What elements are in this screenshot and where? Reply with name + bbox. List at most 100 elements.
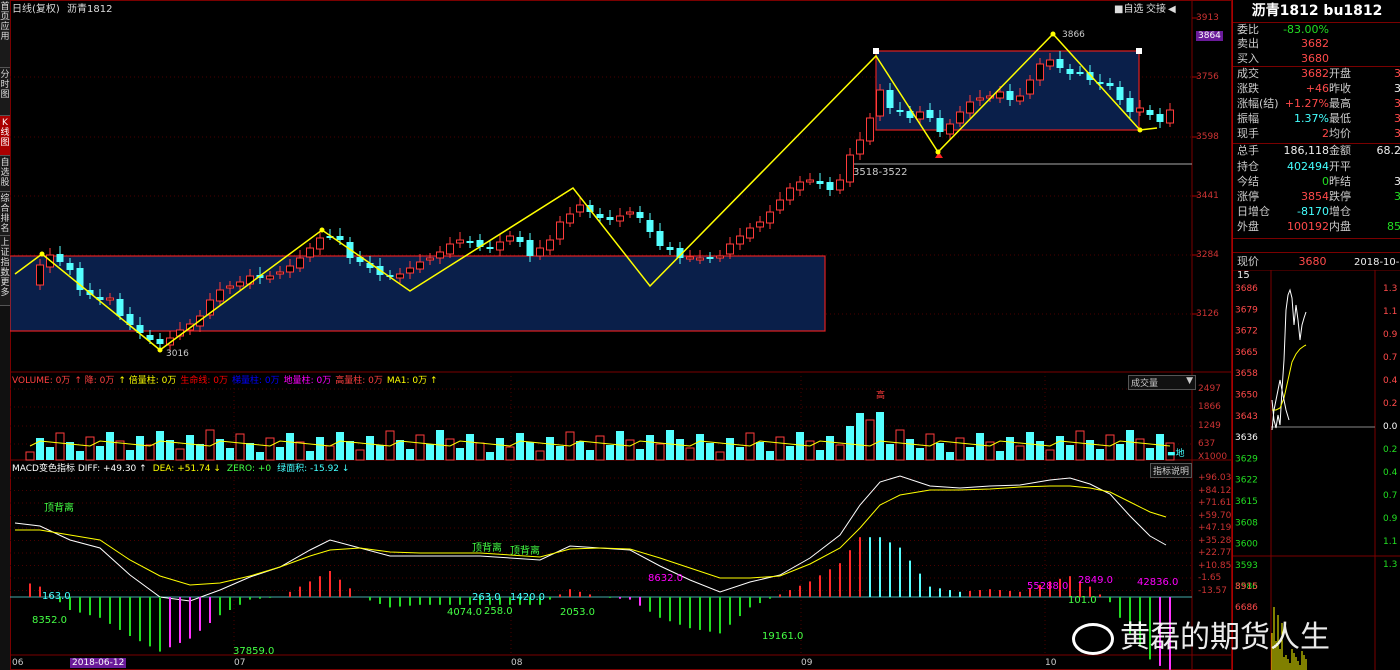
intraday-mini-chart[interactable]: 3686 3679 3672 3665 3658 3650 3643 3636 3629 3622… xyxy=(1233,270,1400,670)
indicator-help-button[interactable]: 指标说明 xyxy=(1150,463,1193,478)
mini-left-axis-label: 3643 xyxy=(1235,412,1258,422)
zigzag-pivot xyxy=(1050,31,1056,37)
mini-price-line xyxy=(1271,288,1307,429)
volume-bar xyxy=(295,441,305,461)
volume-bar xyxy=(726,438,734,460)
volume-bar xyxy=(835,444,845,461)
left-tab-3[interactable]: K线图 xyxy=(0,116,10,156)
candle-body xyxy=(706,257,714,259)
volume-bar xyxy=(25,451,35,461)
mini-left-axis-label: 3600 xyxy=(1235,540,1258,550)
left-tab-4[interactable]: 自选股 xyxy=(0,156,10,192)
candle-body xyxy=(1016,95,1024,102)
left-tab-0[interactable]: 首页 xyxy=(0,0,10,22)
add-watchlist-button[interactable]: ■自选 xyxy=(1114,4,1143,16)
volume-bar xyxy=(265,437,275,461)
candle-body xyxy=(816,181,824,184)
switch-contract-button[interactable]: 交接 xyxy=(1146,4,1166,16)
kline-chart-area[interactable]: 高 xyxy=(10,0,1232,670)
volume-axis-label: 637 xyxy=(1198,439,1216,449)
volume-bar xyxy=(976,433,984,460)
box-corner-marker xyxy=(1136,48,1142,54)
mini-left-axis-label: 3622 xyxy=(1235,476,1258,486)
mini-vol-axis-label: 8915 xyxy=(1235,582,1258,592)
date-axis-label: 2018-06-12 xyxy=(70,658,127,668)
candle-body xyxy=(56,254,64,262)
candle-body xyxy=(1046,59,1054,67)
quote-row-label2: 跌停 xyxy=(1329,190,1351,203)
macd-label: 顶背离 xyxy=(44,503,74,514)
mini-left-axis-label: 3679 xyxy=(1235,305,1258,315)
quote-row: 委比 -83.00% xyxy=(1237,24,1400,36)
chart-header: 日线(复权) 沥青1812 xyxy=(12,4,112,15)
volume-bar xyxy=(1015,445,1025,461)
volume-bar xyxy=(426,444,434,460)
candle-body xyxy=(956,111,964,124)
volume-bar xyxy=(346,441,354,460)
volume-bar xyxy=(576,441,584,460)
candle-body xyxy=(606,217,614,220)
quote-row-value2: 3 xyxy=(1394,127,1400,140)
volume-bar xyxy=(336,432,344,460)
now-price-value: 3680 xyxy=(1298,255,1327,268)
volume-bar xyxy=(316,437,324,460)
candle-body xyxy=(666,247,674,250)
volume-bar xyxy=(445,438,455,461)
left-tab-5[interactable]: 综合排名 xyxy=(0,192,10,236)
volume-bar xyxy=(145,444,155,461)
volume-bar xyxy=(175,448,185,461)
candle-body xyxy=(506,235,514,242)
quote-row-label: 涨停 xyxy=(1237,190,1259,203)
left-tab-1[interactable]: 应用 xyxy=(0,20,10,68)
candle-body xyxy=(526,240,534,256)
volume-legend-item: VOLUME: 0万 xyxy=(12,376,71,386)
high-annotation: 3866 xyxy=(1062,30,1085,40)
volume-bar xyxy=(925,433,935,461)
volume-bar xyxy=(1036,441,1044,460)
volume-bar xyxy=(1026,432,1034,460)
candle-body xyxy=(536,247,544,257)
volume-bar xyxy=(256,452,264,460)
period-label[interactable]: 日线(复权) xyxy=(12,4,60,15)
date-axis-label: 07 xyxy=(234,658,246,668)
candle-body xyxy=(726,243,734,255)
candle-body xyxy=(576,204,584,213)
candle-body xyxy=(456,239,464,244)
candle-body xyxy=(806,179,814,183)
volume-high-mark: ▬地 xyxy=(1167,449,1185,459)
date-axis-label: 10 xyxy=(1045,658,1057,668)
volume-bar xyxy=(756,442,764,460)
volume-legend-item: 地量柱: 0万 xyxy=(283,376,332,386)
collapse-arrow-icon[interactable]: ◀ xyxy=(1168,4,1176,16)
candle-body xyxy=(1066,69,1074,74)
volume-bar xyxy=(706,443,714,460)
volume-bar xyxy=(55,432,65,461)
price-axis-label: 3284 xyxy=(1196,250,1219,260)
mini-right-axis-label: 1.1 xyxy=(1383,537,1397,547)
quote-divider xyxy=(1233,22,1400,23)
quote-row-value2: 68.2 xyxy=(1376,144,1400,157)
quote-title: 沥青1812 bu1812 xyxy=(1251,3,1383,19)
macd-label: 2053.0 xyxy=(560,607,595,618)
quote-row-label2: 金额 xyxy=(1329,144,1351,157)
macd-diff-line xyxy=(14,475,1167,602)
candle-body xyxy=(976,97,984,101)
candle-body xyxy=(926,110,934,118)
quote-row-label: 日增仓 xyxy=(1237,205,1270,218)
mini-right-axis-label: 0.7 xyxy=(1383,491,1397,501)
left-tab-2[interactable]: 分时图 xyxy=(0,68,10,116)
volume-bar xyxy=(196,444,204,460)
quote-row-value2: 3 xyxy=(1394,67,1400,80)
volume-bar xyxy=(126,450,134,460)
left-tab-7[interactable]: 更多 xyxy=(0,276,10,306)
now-price-label: 现价 xyxy=(1237,255,1259,268)
left-tab-6[interactable]: 上证指数 xyxy=(0,236,10,278)
candle-body xyxy=(736,235,744,245)
quote-row-label: 卖出 xyxy=(1237,37,1259,50)
volume-bar xyxy=(775,436,785,461)
volume-bar xyxy=(606,445,614,460)
indicator-selector[interactable]: 成交量 ▼ xyxy=(1128,375,1196,390)
quote-row-value: 1.37% xyxy=(1294,112,1329,125)
mini-left-axis-label: 3658 xyxy=(1235,369,1258,379)
candle-body xyxy=(426,257,434,261)
